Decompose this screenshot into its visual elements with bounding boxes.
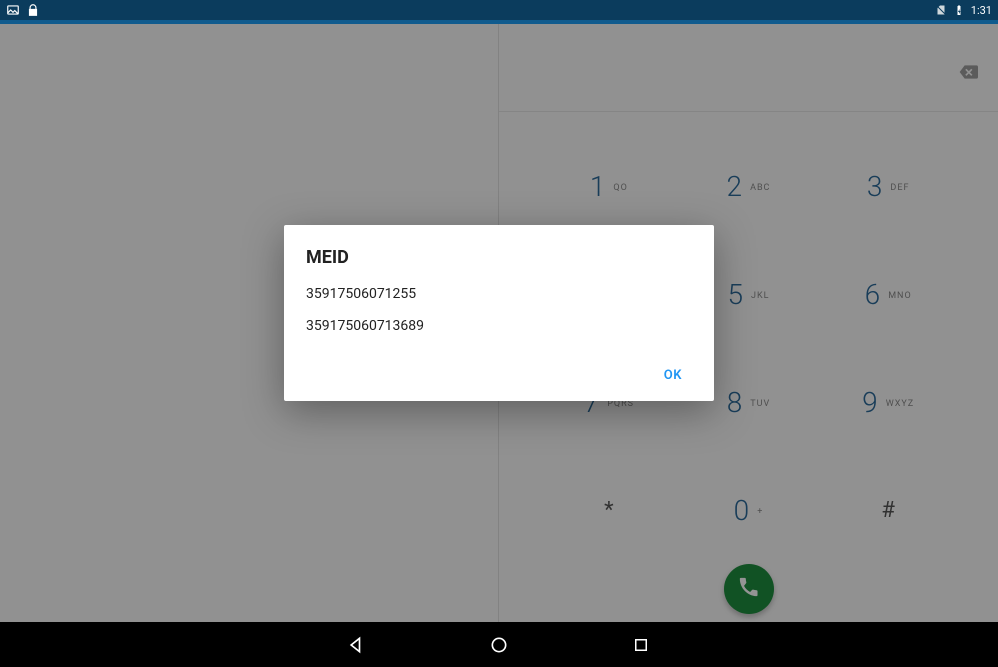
home-button[interactable] bbox=[488, 634, 510, 656]
nav-bar bbox=[0, 622, 998, 667]
battery-icon bbox=[953, 4, 965, 16]
status-right: 1:31 bbox=[935, 4, 992, 17]
dialog-actions: OK bbox=[306, 350, 692, 391]
ok-button[interactable]: OK bbox=[654, 360, 692, 391]
status-bar: 1:31 bbox=[0, 0, 998, 20]
dialog-scrim[interactable]: MEID 35917506071255 359175060713689 OK bbox=[0, 24, 998, 622]
back-button[interactable] bbox=[346, 634, 368, 656]
recent-button[interactable] bbox=[630, 634, 652, 656]
dialog-title: MEID bbox=[306, 247, 692, 268]
meid-value-2: 359175060713689 bbox=[306, 318, 692, 334]
main-area: 1QO 2ABC 3DEF 4GHI 5JKL 6MNO 7PQRS 8TUV … bbox=[0, 24, 998, 622]
no-sim-icon bbox=[935, 4, 947, 16]
status-left bbox=[6, 3, 40, 17]
lock-icon bbox=[26, 3, 40, 17]
image-icon bbox=[6, 3, 20, 17]
meid-value-1: 35917506071255 bbox=[306, 286, 692, 302]
status-time: 1:31 bbox=[971, 4, 992, 17]
meid-dialog: MEID 35917506071255 359175060713689 OK bbox=[284, 225, 714, 401]
